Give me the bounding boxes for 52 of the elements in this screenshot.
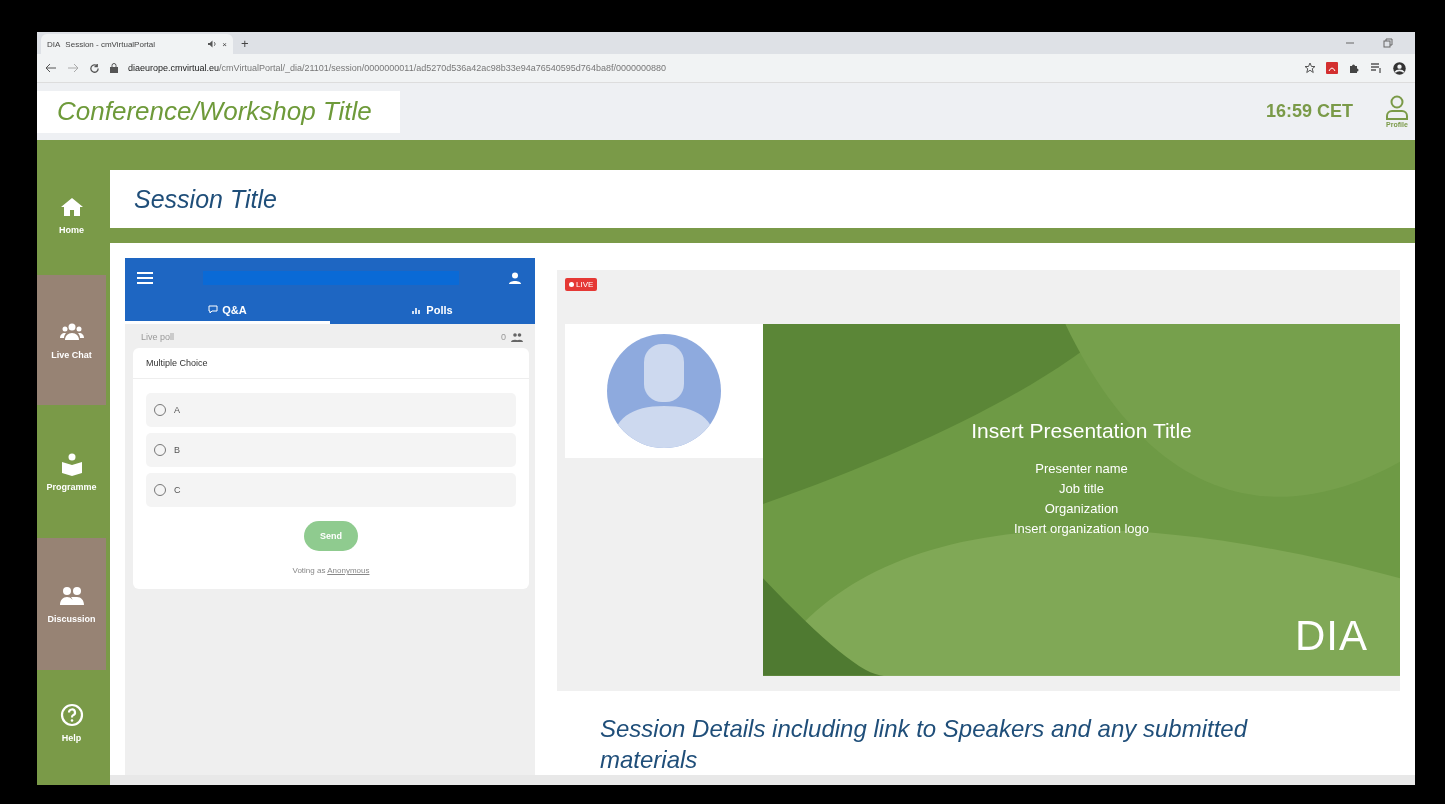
reading-list-icon[interactable] [1370,62,1382,74]
dot-icon [569,282,574,287]
menu-icon[interactable] [137,272,153,284]
option-label: C [174,485,181,495]
browser-tab[interactable]: DIA Session - cmVirtualPortal × [41,34,233,54]
slide-title: Insert Presentation Title [971,419,1192,443]
star-icon[interactable] [1304,62,1316,74]
back-icon[interactable] [45,63,57,73]
favicon-text: DIA [47,39,61,49]
slide-text: Job title [1059,481,1104,496]
lock-icon [110,63,118,73]
bar-chart-icon [412,305,423,314]
puzzle-icon[interactable] [1348,62,1360,74]
live-badge: LIVE [565,278,598,291]
forward-icon[interactable] [67,63,79,73]
people-icon [511,332,523,342]
clock-time: 16:59 CET [1265,101,1353,122]
restore-icon[interactable] [1383,38,1393,48]
account-icon[interactable] [1392,60,1407,76]
session-title: Session Title [110,170,1415,228]
speech-bubble-icon [208,305,219,314]
slide-text: Presenter name [1035,461,1128,476]
poll-option[interactable]: C [146,473,516,507]
sidebar-item[interactable]: Discussion [37,538,106,670]
people-icon [58,584,85,608]
participant-count: 0 [501,332,506,342]
tab-title: Session - cmVirtualPortal [65,39,155,49]
panel-tab[interactable]: Polls [330,298,535,324]
reload-icon[interactable] [89,62,100,74]
option-label: B [174,445,180,455]
question-type: Multiple Choice [133,348,529,379]
tab-close-button[interactable]: × [222,39,227,49]
conference-title: Conference/Workshop Title [37,90,400,133]
sidebar-item[interactable]: Live Chat [37,275,106,405]
panel-tab[interactable]: Q&A [125,298,330,324]
option-label: A [174,405,180,415]
new-tab-button[interactable]: + [241,36,249,51]
poll-option[interactable]: B [146,433,516,467]
slide-text: Insert organization logo [1013,521,1150,536]
help-icon [58,703,85,727]
session-details: Session Details including link to Speakers and any submitted materials [599,713,1249,775]
slide-logo: DIA [1295,611,1368,660]
slide-text: Organization [1044,501,1119,516]
speaker-icon [208,40,218,48]
user-icon [1385,95,1409,121]
url-field[interactable]: diaeurope.cmvirtual.eu/cmVirtualPortal/_dia/21101/session/0000000011/ad5270d536a42ac98b33e94a76540595d764ba8f/0000000880 [128,63,666,73]
user-icon[interactable] [509,272,521,284]
live-poll-label: Live poll [141,332,175,342]
voting-note: Voting as Anonymous [292,566,370,575]
avatar-icon [607,334,721,448]
poll-option[interactable]: A [146,393,516,427]
anonymous-link[interactable]: Anonymous [327,566,370,575]
